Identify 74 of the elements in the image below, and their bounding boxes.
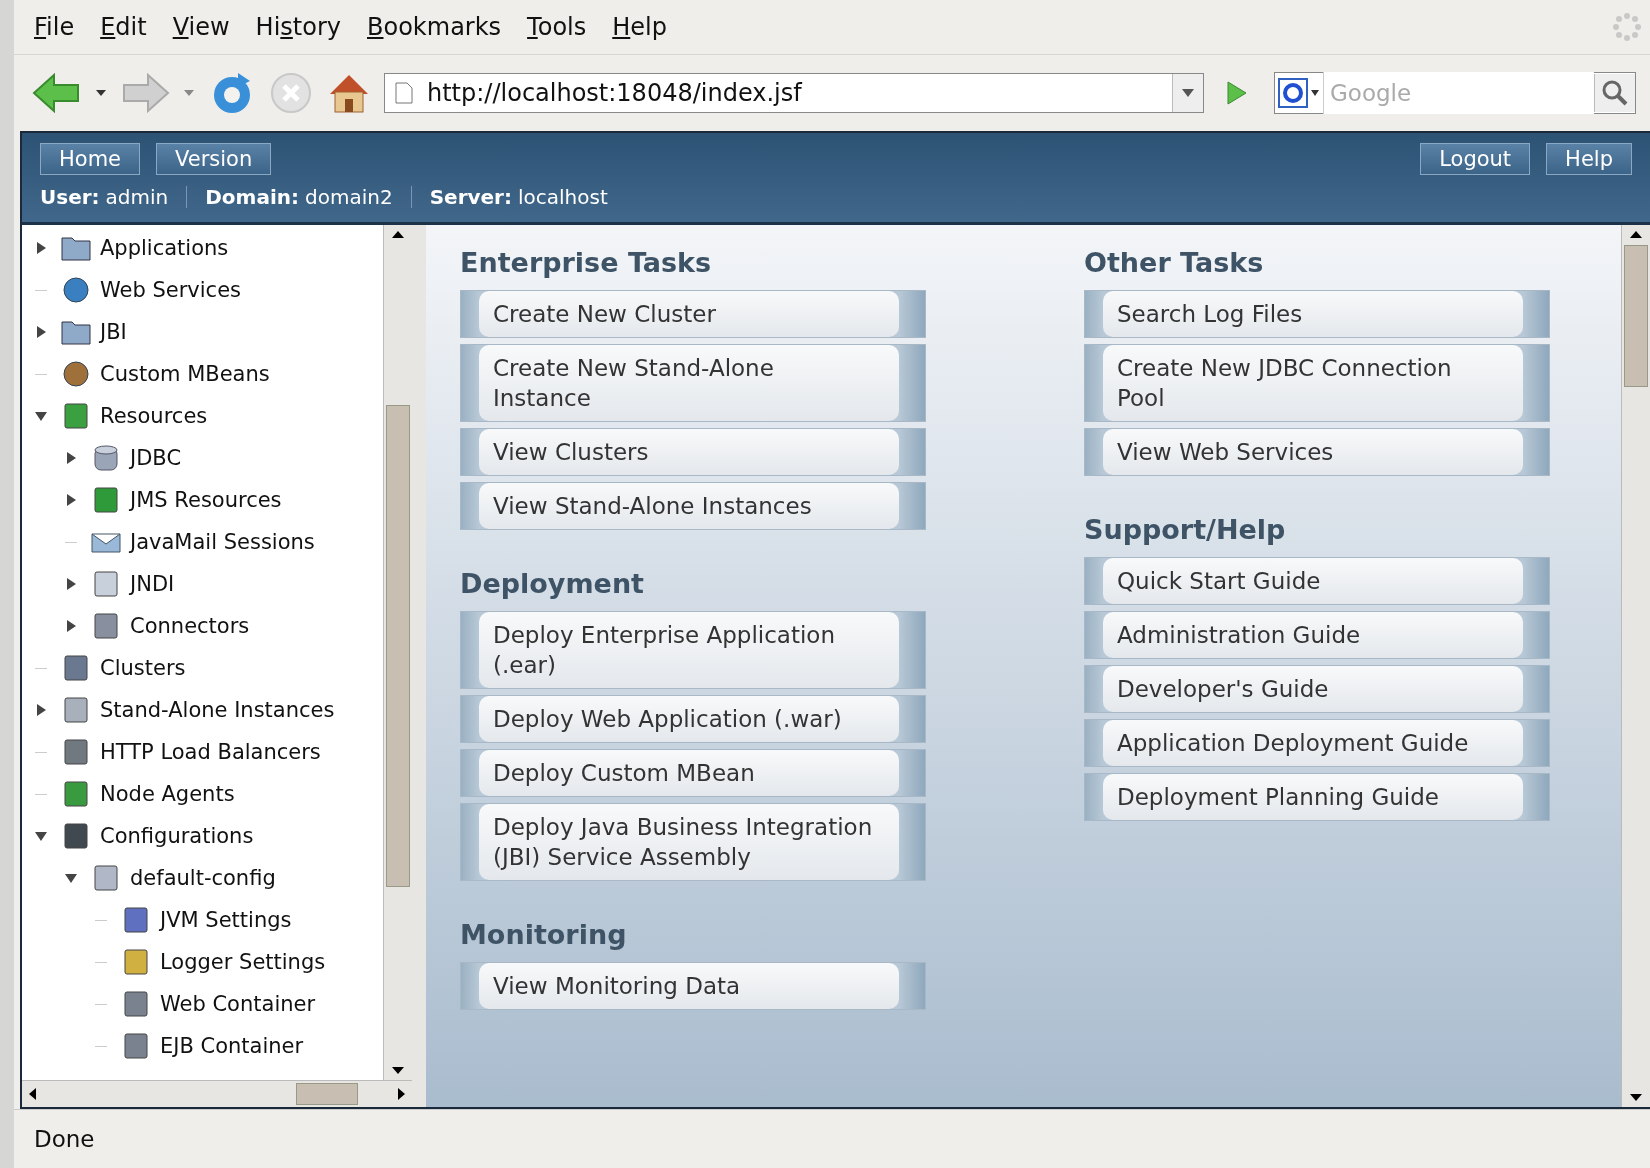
task-button[interactable]: View Clusters — [460, 428, 926, 476]
tree-item[interactable]: Web Container — [160, 992, 316, 1016]
header-button[interactable]: Home — [40, 143, 140, 175]
task-button[interactable]: Create New Cluster — [460, 290, 926, 338]
tree-item[interactable]: Web Services — [100, 278, 241, 302]
tree-item[interactable]: Configurations — [100, 824, 254, 848]
menu-item[interactable]: Edit — [100, 13, 147, 41]
tree-item[interactable]: default-config — [130, 866, 276, 890]
task-button[interactable]: Deploy Java Business Integration (JBI) Service Assembly — [460, 803, 926, 881]
vertical-scrollbar[interactable] — [1621, 225, 1650, 1107]
search-icon[interactable] — [1594, 74, 1635, 112]
tree-item[interactable]: EJB Container — [160, 1034, 304, 1058]
header-button[interactable]: Help — [1546, 143, 1632, 175]
tree-item[interactable]: JVM Settings — [160, 908, 292, 932]
info-label: Server: — [429, 185, 512, 209]
tree-item[interactable]: Custom MBeans — [100, 362, 270, 386]
tree-item[interactable]: JMS Resources — [130, 488, 282, 512]
tree-item[interactable]: Clusters — [100, 656, 186, 680]
info-label: Domain: — [205, 185, 300, 209]
section-heading: Monitoring — [460, 919, 628, 950]
task-button[interactable]: Search Log Files — [1084, 290, 1550, 338]
horizontal-scrollbar[interactable] — [22, 1080, 412, 1107]
tree-item[interactable]: Resources — [100, 404, 208, 428]
task-button[interactable]: Quick Start Guide — [1084, 557, 1550, 605]
header-button[interactable]: Logout — [1420, 143, 1531, 175]
info-value: admin — [105, 185, 169, 209]
info-label: User: — [40, 185, 100, 209]
info-value: domain2 — [305, 185, 393, 209]
status-text: Done — [34, 1126, 95, 1152]
dropdown-caret-icon[interactable] — [1172, 74, 1203, 112]
task-button[interactable]: Deploy Custom MBean — [460, 749, 926, 797]
tree-item[interactable]: Connectors — [130, 614, 250, 638]
search-field[interactable]: Google — [1274, 72, 1636, 114]
task-button[interactable]: View Stand-Alone Instances — [460, 482, 926, 530]
tree-item[interactable]: HTTP Load Balancers — [100, 740, 321, 764]
section-heading: Support/Help — [1084, 514, 1287, 545]
tree-item[interactable]: JNDI — [130, 572, 175, 596]
tree-item[interactable]: Node Agents — [100, 782, 235, 806]
tree-item[interactable]: JBI — [100, 320, 127, 344]
menu-item[interactable]: View — [172, 13, 230, 41]
throbber-icon — [1612, 12, 1642, 42]
menu-item[interactable]: History — [255, 13, 341, 41]
task-button[interactable]: Deployment Planning Guide — [1084, 773, 1550, 821]
header-button[interactable]: Version — [156, 143, 272, 175]
menu-item[interactable]: File — [34, 13, 75, 41]
tree-item[interactable]: JavaMail Sessions — [130, 530, 315, 554]
section-heading: Enterprise Tasks — [460, 247, 713, 278]
tree-item[interactable]: JDBC — [130, 446, 182, 470]
menu-item[interactable]: Bookmarks — [367, 13, 502, 41]
task-button[interactable]: Deploy Web Application (.war) — [460, 695, 926, 743]
vertical-scrollbar[interactable] — [383, 225, 412, 1080]
menu-item[interactable]: Help — [612, 13, 667, 41]
task-button[interactable]: Create New Stand-Alone Instance — [460, 344, 926, 422]
task-button[interactable]: Developer's Guide — [1084, 665, 1550, 713]
task-button[interactable]: Application Deployment Guide — [1084, 719, 1550, 767]
section-heading: Other Tasks — [1084, 247, 1265, 278]
info-value: localhost — [517, 185, 608, 209]
task-button[interactable]: Deploy Enterprise Application (.ear) — [460, 611, 926, 689]
task-button[interactable]: View Monitoring Data — [460, 962, 926, 1010]
section-heading: Deployment — [460, 568, 646, 599]
scrollbar-thumb[interactable] — [296, 1083, 358, 1105]
tree-item[interactable]: Applications — [100, 236, 229, 260]
task-button[interactable]: Administration Guide — [1084, 611, 1550, 659]
tree-item[interactable]: Stand-Alone Instances — [100, 698, 335, 722]
dropdown-caret-icon[interactable] — [94, 88, 108, 98]
task-button[interactable]: View Web Services — [1084, 428, 1550, 476]
scrollbar-thumb[interactable] — [1624, 245, 1648, 387]
address-field[interactable]: http://localhost:18048/index.jsf — [384, 73, 1204, 113]
task-button[interactable]: Create New JDBC Connection Pool — [1084, 344, 1550, 422]
menu-item[interactable]: Tools — [527, 13, 587, 41]
tree-item[interactable]: Logger Settings — [160, 950, 326, 974]
page-icon — [395, 82, 413, 104]
back-icon[interactable] — [32, 71, 82, 115]
scrollbar-thumb[interactable] — [386, 405, 410, 887]
